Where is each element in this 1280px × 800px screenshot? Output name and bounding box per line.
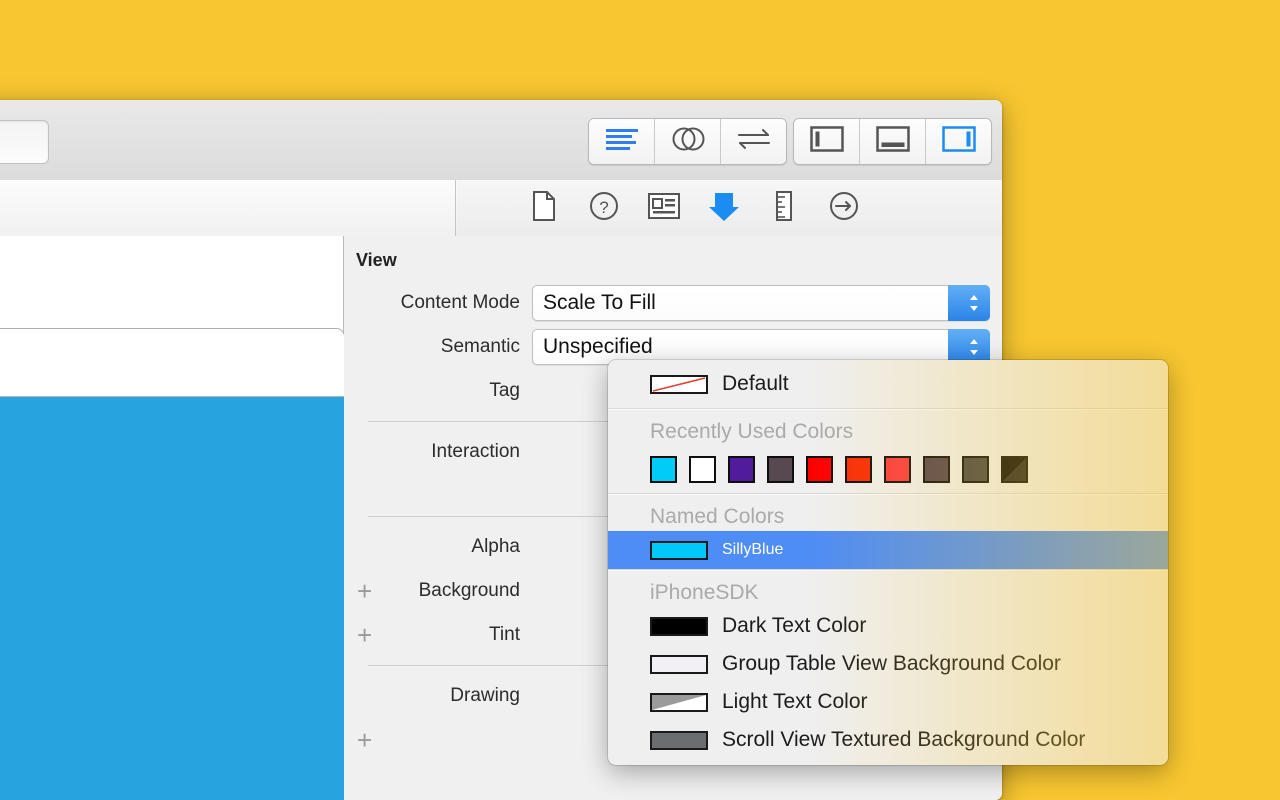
color-option-dark-text[interactable]: Dark Text Color: [608, 607, 1168, 645]
label-tint: Tint: [489, 624, 520, 645]
label-background: Background: [418, 580, 520, 601]
color-option-group-table-bg-label: Group Table View Background Color: [722, 652, 1061, 675]
recent-swatch-light-red[interactable]: [884, 456, 911, 483]
right-panel-icon: [941, 126, 976, 157]
color-option-scroll-textured-bg[interactable]: Scroll View Textured Background Color: [608, 721, 1168, 759]
standard-editor-button[interactable]: [589, 119, 655, 164]
left-panel-icon: [809, 126, 844, 157]
toggle-navigator-button[interactable]: [794, 119, 860, 164]
content-mode-stepper-arrows[interactable]: [948, 285, 990, 321]
attributes-inspector-tab[interactable]: [694, 189, 754, 228]
color-option-light-text[interactable]: Light Text Color: [608, 683, 1168, 721]
scene-view-body[interactable]: [0, 397, 344, 800]
storyboard-canvas[interactable]: [0, 236, 345, 800]
id-card-icon: [648, 192, 680, 224]
recent-swatch-black[interactable]: [1001, 456, 1028, 483]
color-option-default-label: Default: [722, 372, 789, 395]
color-option-light-text-label: Light Text Color: [722, 690, 868, 713]
iphonesdk-header: iPhoneSDK: [650, 581, 759, 604]
identity-inspector-tab[interactable]: [634, 192, 694, 224]
color-picker-popover[interactable]: Default Recently Used Colors Named Color…: [608, 360, 1168, 765]
semantic-value: Unspecified: [543, 335, 653, 358]
content-mode-value: Scale To Fill: [543, 291, 656, 314]
recent-swatch-purple[interactable]: [728, 456, 755, 483]
label-content-mode: Content Mode: [400, 292, 520, 313]
editor-mode-segmented-control[interactable]: [588, 118, 787, 165]
recent-swatch-dark-plum[interactable]: [923, 456, 950, 483]
recent-swatch-dark-mauve[interactable]: [767, 456, 794, 483]
toggle-utilities-button[interactable]: [926, 119, 991, 164]
document-icon: [532, 190, 556, 226]
assistant-editor-button[interactable]: [655, 119, 721, 164]
file-inspector-tab[interactable]: [514, 190, 574, 226]
inspector-tab-bar[interactable]: ?: [457, 180, 1002, 236]
desktop-background: View Controller › View: [0, 0, 1280, 800]
venn-circles-icon: [671, 126, 705, 157]
connections-inspector-tab[interactable]: [814, 191, 874, 226]
view-controller-scene[interactable]: [0, 328, 345, 800]
divider: [608, 494, 1168, 495]
label-tag: Tag: [489, 380, 520, 401]
inspector-section-title: View: [356, 250, 397, 270]
divider: [608, 409, 1168, 410]
sillyblue-color-swatch: [650, 540, 708, 560]
svg-text:?: ?: [599, 198, 608, 217]
arrow-right-circle-icon: [829, 191, 859, 226]
question-circle-icon: ?: [589, 191, 619, 226]
down-arrow-shield-icon: [707, 189, 741, 228]
default-color-swatch: [650, 374, 708, 394]
light-text-color-swatch: [650, 692, 708, 712]
recent-swatch-orange-red[interactable]: [845, 456, 872, 483]
version-editor-button[interactable]: [721, 119, 786, 164]
ruler-icon: [774, 190, 794, 226]
row-content-mode: Content Mode Scale To Fill: [344, 281, 1002, 325]
scroll-textured-bg-color-swatch: [650, 730, 708, 750]
dark-text-color-swatch: [650, 616, 708, 636]
color-option-sillyblue[interactable]: SillyBlue: [608, 531, 1168, 569]
content-mode-popup-button[interactable]: Scale To Fill: [532, 285, 990, 321]
double-arrow-icon: [736, 127, 772, 156]
color-option-sillyblue-label: SillyBlue: [722, 541, 784, 558]
toolbar: [0, 100, 1002, 181]
toggle-debug-area-button[interactable]: [860, 119, 926, 164]
recent-swatch-cyan[interactable]: [650, 456, 677, 483]
breadcrumb[interactable]: View Controller › View: [0, 180, 456, 236]
label-semantic: Semantic: [440, 336, 520, 357]
label-interaction: Interaction: [431, 441, 520, 462]
color-option-scroll-textured-bg-label: Scroll View Textured Background Color: [722, 728, 1086, 751]
recently-used-swatch-strip[interactable]: [608, 450, 1168, 493]
view-toggle-segmented-control[interactable]: [793, 118, 992, 165]
recent-swatch-white[interactable]: [689, 456, 716, 483]
quick-help-inspector-tab[interactable]: ?: [574, 191, 634, 226]
divider: [608, 570, 1168, 571]
scene-top-bar: [0, 329, 344, 397]
color-option-dark-text-label: Dark Text Color: [722, 614, 867, 637]
recent-swatch-dark-gray[interactable]: [962, 456, 989, 483]
label-drawing: Drawing: [450, 685, 520, 706]
label-alpha: Alpha: [471, 536, 520, 557]
recently-used-colors-header: Recently Used Colors: [650, 420, 854, 443]
bottom-panel-icon: [875, 126, 910, 157]
group-table-bg-color-swatch: [650, 654, 708, 674]
size-inspector-tab[interactable]: [754, 190, 814, 226]
jump-bar: View Controller › View: [0, 180, 1002, 237]
named-colors-header: Named Colors: [650, 505, 785, 528]
color-option-group-table-bg[interactable]: Group Table View Background Color: [608, 645, 1168, 683]
search-input[interactable]: [0, 120, 49, 164]
lines-icon: [605, 128, 639, 155]
recent-swatch-red[interactable]: [806, 456, 833, 483]
color-option-default[interactable]: Default: [608, 360, 1168, 408]
